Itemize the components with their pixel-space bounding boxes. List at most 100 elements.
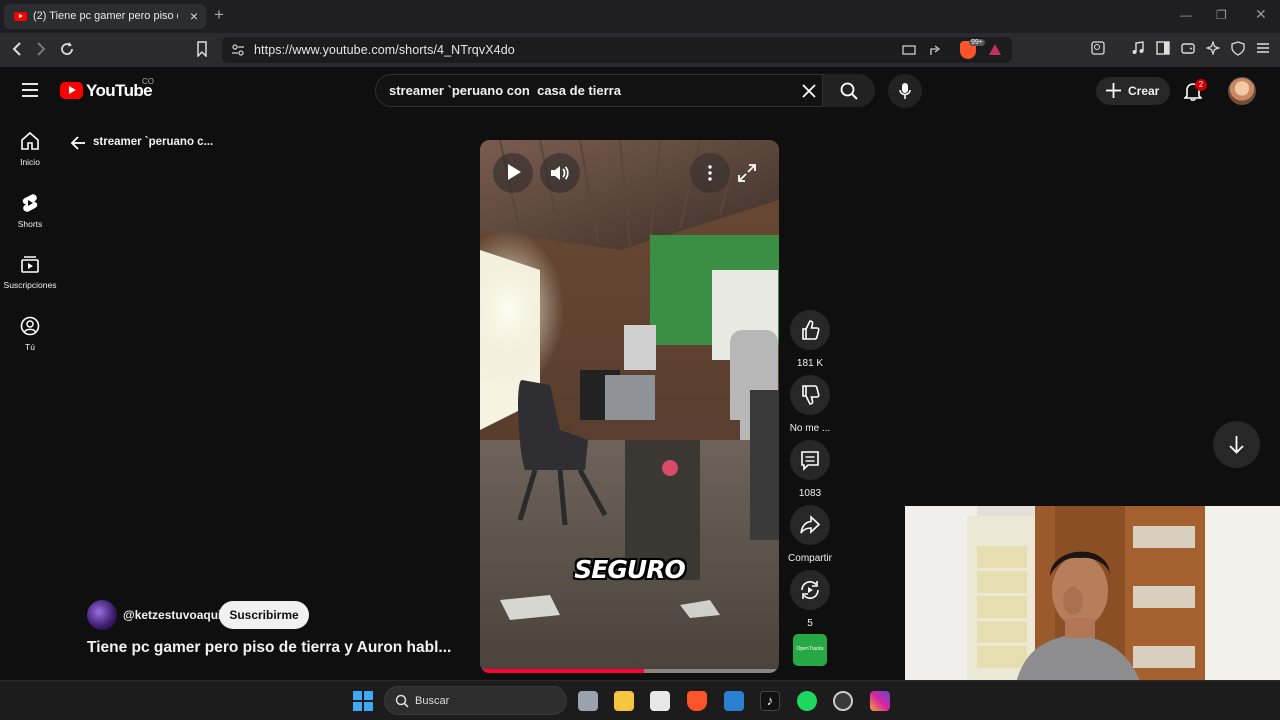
vpn-icon[interactable] <box>1231 41 1245 56</box>
like-button[interactable] <box>790 310 830 350</box>
browser-menu-icon[interactable] <box>1256 41 1270 55</box>
subscriptions-icon <box>21 256 39 273</box>
share-icon <box>800 515 821 534</box>
video-progress-fill <box>480 669 645 673</box>
instagram-icon[interactable] <box>870 691 890 711</box>
taskbar-search-placeholder: Buscar <box>415 695 450 707</box>
comments-count: 1083 <box>798 488 822 499</box>
address-bar[interactable]: https://www.youtube.com/shorts/4_NTrqvX4… <box>222 37 1012 63</box>
share-page-icon[interactable] <box>929 43 943 57</box>
volume-button[interactable] <box>540 153 580 193</box>
remix-button[interactable] <box>790 570 830 610</box>
taskbar-search[interactable]: Buscar <box>384 686 567 715</box>
back-title: streamer `peruano c... <box>93 136 214 148</box>
play-button[interactable] <box>493 153 533 193</box>
browser-tab-bar: (2) Tiene pc gamer pero piso de × + — ❐ … <box>0 0 1280 33</box>
subscribe-button[interactable]: Suscribirme <box>219 601 309 629</box>
more-vertical-icon <box>708 165 712 181</box>
channel-avatar[interactable] <box>87 600 117 630</box>
search-input[interactable]: streamer `peruano con casa de tierra <box>375 74 823 107</box>
sidebar-item-shorts[interactable]: Shorts <box>0 193 60 229</box>
browser-tab[interactable]: (2) Tiene pc gamer pero piso de × <box>4 4 206 29</box>
obs-icon[interactable] <box>833 691 853 711</box>
task-view-icon[interactable] <box>578 691 598 711</box>
brave-rewards-icon[interactable] <box>988 43 1002 56</box>
create-label: Crear <box>1128 84 1160 98</box>
windows-start-icon[interactable] <box>353 691 373 711</box>
notifications-button[interactable]: 2 <box>1183 79 1207 102</box>
share-action: Compartir <box>788 505 832 564</box>
sidebar-item-label: Suscripciones <box>3 280 57 290</box>
country-code: CO <box>142 77 154 86</box>
brave-browser-icon[interactable] <box>687 691 707 711</box>
comment-icon <box>801 451 819 471</box>
tab-close-icon[interactable]: × <box>190 8 198 24</box>
comments-button[interactable] <box>790 440 830 480</box>
video-progress-bar[interactable] <box>480 669 779 673</box>
video-frame-image <box>480 140 779 673</box>
microphone-icon <box>899 82 911 100</box>
youtube-favicon-icon <box>14 12 27 21</box>
forward-icon[interactable] <box>34 41 48 57</box>
comments-action: 1083 <box>790 440 830 499</box>
clear-search-icon[interactable] <box>802 84 816 98</box>
next-short-button[interactable] <box>1213 421 1260 468</box>
sound-label: OpenTracks <box>796 646 824 652</box>
sidebar-item-label: Inicio <box>20 157 40 167</box>
youtube-header: YouTube CO streamer `peruano con casa de… <box>0 67 1280 115</box>
hamburger-menu-icon[interactable] <box>22 83 38 97</box>
leo-ai-icon[interactable] <box>1206 41 1220 55</box>
channel-name[interactable]: @ketzestuvoaqui <box>123 608 221 622</box>
home-icon <box>21 131 39 150</box>
bookmark-icon[interactable] <box>196 41 208 57</box>
search-icon <box>840 82 858 100</box>
remix-count: 5 <box>807 618 813 629</box>
window-close-icon[interactable]: ✕ <box>1255 6 1267 23</box>
media-icon[interactable] <box>1131 41 1145 55</box>
sidebar-item-label: Shorts <box>17 219 43 229</box>
site-info-icon[interactable] <box>231 43 245 57</box>
plus-icon <box>1105 82 1122 99</box>
dislike-button[interactable] <box>790 375 830 415</box>
shorts-video-player[interactable]: SEGURO <box>480 140 779 673</box>
youtube-logo-icon <box>60 82 83 99</box>
arrow-down-icon <box>1228 435 1245 454</box>
thumbs-up-icon <box>802 320 820 340</box>
arrow-left-icon <box>70 135 86 151</box>
photos-icon[interactable] <box>724 691 744 711</box>
file-explorer-icon[interactable] <box>614 691 634 711</box>
tab-title: (2) Tiene pc gamer pero piso de <box>33 10 178 22</box>
new-tab-icon[interactable]: + <box>214 5 224 25</box>
more-options-button[interactable] <box>690 153 730 193</box>
wallet-icon[interactable] <box>1181 41 1195 55</box>
microsoft-store-icon[interactable] <box>650 691 670 711</box>
voice-search-button[interactable] <box>888 74 922 108</box>
volume-icon <box>550 164 570 182</box>
back-icon[interactable] <box>10 41 24 57</box>
search-query-text: streamer `peruano con casa de tierra <box>389 83 621 98</box>
spotify-icon[interactable] <box>797 691 817 711</box>
cast-icon[interactable] <box>902 43 916 57</box>
reload-icon[interactable] <box>59 41 75 57</box>
sidebar-toggle-icon[interactable] <box>1156 41 1170 55</box>
dislike-action: No me ... <box>790 375 830 434</box>
tiktok-icon[interactable]: ♪ <box>760 691 780 711</box>
browser-nav-bar: https://www.youtube.com/shorts/4_NTrqvX4… <box>0 33 1280 67</box>
sidebar-item-suscripciones[interactable]: Suscripciones <box>0 254 60 290</box>
avatar[interactable] <box>1228 77 1256 105</box>
create-button[interactable]: Crear <box>1096 77 1170 105</box>
sidebar-item-inicio[interactable]: Inicio <box>0 131 60 167</box>
like-count: 181 K <box>796 358 824 369</box>
video-title[interactable]: Tiene pc gamer pero piso de tierra y Aur… <box>87 639 451 657</box>
dislike-label: No me ... <box>789 423 831 434</box>
search-button[interactable] <box>823 74 875 107</box>
remix-action: 5 <box>790 570 830 629</box>
sidebar-item-tu[interactable]: Tú <box>0 316 60 352</box>
share-button[interactable] <box>790 505 830 545</box>
minimize-icon[interactable]: — <box>1180 8 1192 22</box>
fullscreen-button[interactable] <box>735 161 759 185</box>
sound-thumbnail[interactable]: OpenTracks <box>793 634 827 666</box>
sidebar-item-label: Tú <box>25 342 35 352</box>
reader-icon[interactable] <box>1091 41 1105 55</box>
restore-icon[interactable]: ❐ <box>1216 8 1227 22</box>
